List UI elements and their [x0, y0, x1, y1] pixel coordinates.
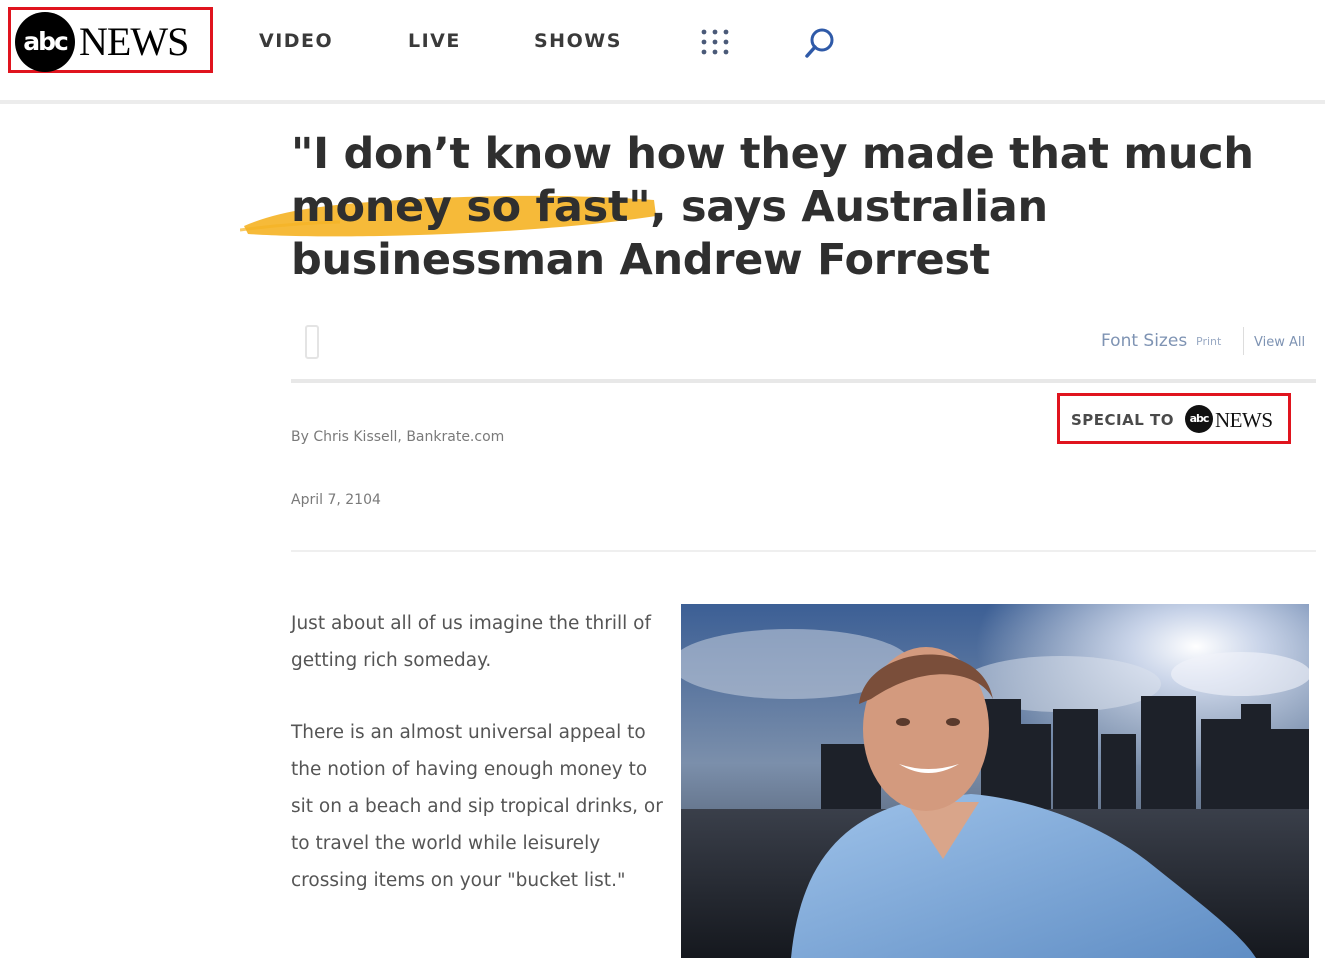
- view-all-link[interactable]: View All: [1254, 335, 1305, 350]
- abc-logo-mark: abc: [15, 12, 75, 72]
- article-headline: "I don’t know how they made that much mo…: [291, 128, 1321, 287]
- special-to-abc-news-badge: SPECIAL TO abc NEWS: [1057, 393, 1291, 444]
- headline-highlighted-text: money so fast",: [291, 182, 667, 232]
- article-photo: [681, 604, 1309, 958]
- publish-date: April 7, 2104: [291, 492, 381, 508]
- paragraph: Just about all of us imagine the thrill …: [291, 613, 651, 671]
- headline-divider: [291, 379, 1316, 383]
- byline-divider: [291, 550, 1316, 552]
- abc-badge-mark: abc: [1185, 405, 1213, 433]
- abc-news-logo[interactable]: abc NEWS: [8, 7, 213, 73]
- byline: By Chris Kissell, Bankrate.com: [291, 429, 505, 445]
- nav-live[interactable]: LIVE: [408, 30, 461, 52]
- abc-badge-wordmark: NEWS: [1215, 408, 1273, 432]
- nav-video[interactable]: VIDEO: [259, 30, 333, 52]
- paragraph: There is an almost universal appeal to t…: [291, 722, 663, 891]
- article-body: Just about all of us imagine the thrill …: [291, 605, 671, 934]
- headline-text-start: "I don’t know how they made that much: [291, 129, 1254, 179]
- share-placeholder: [305, 325, 319, 359]
- search-icon[interactable]: [803, 26, 837, 60]
- print-link[interactable]: Print: [1196, 335, 1221, 348]
- news-wordmark: NEWS: [79, 19, 189, 64]
- font-sizes-link[interactable]: Font Sizes: [1101, 331, 1187, 351]
- toolbar-divider: [1243, 327, 1244, 355]
- site-header: abc NEWS VIDEO LIVE SHOWS: [0, 0, 1325, 104]
- grid-menu-icon[interactable]: [700, 28, 730, 56]
- special-to-label: SPECIAL TO: [1071, 411, 1175, 429]
- nav-shows[interactable]: SHOWS: [534, 30, 622, 52]
